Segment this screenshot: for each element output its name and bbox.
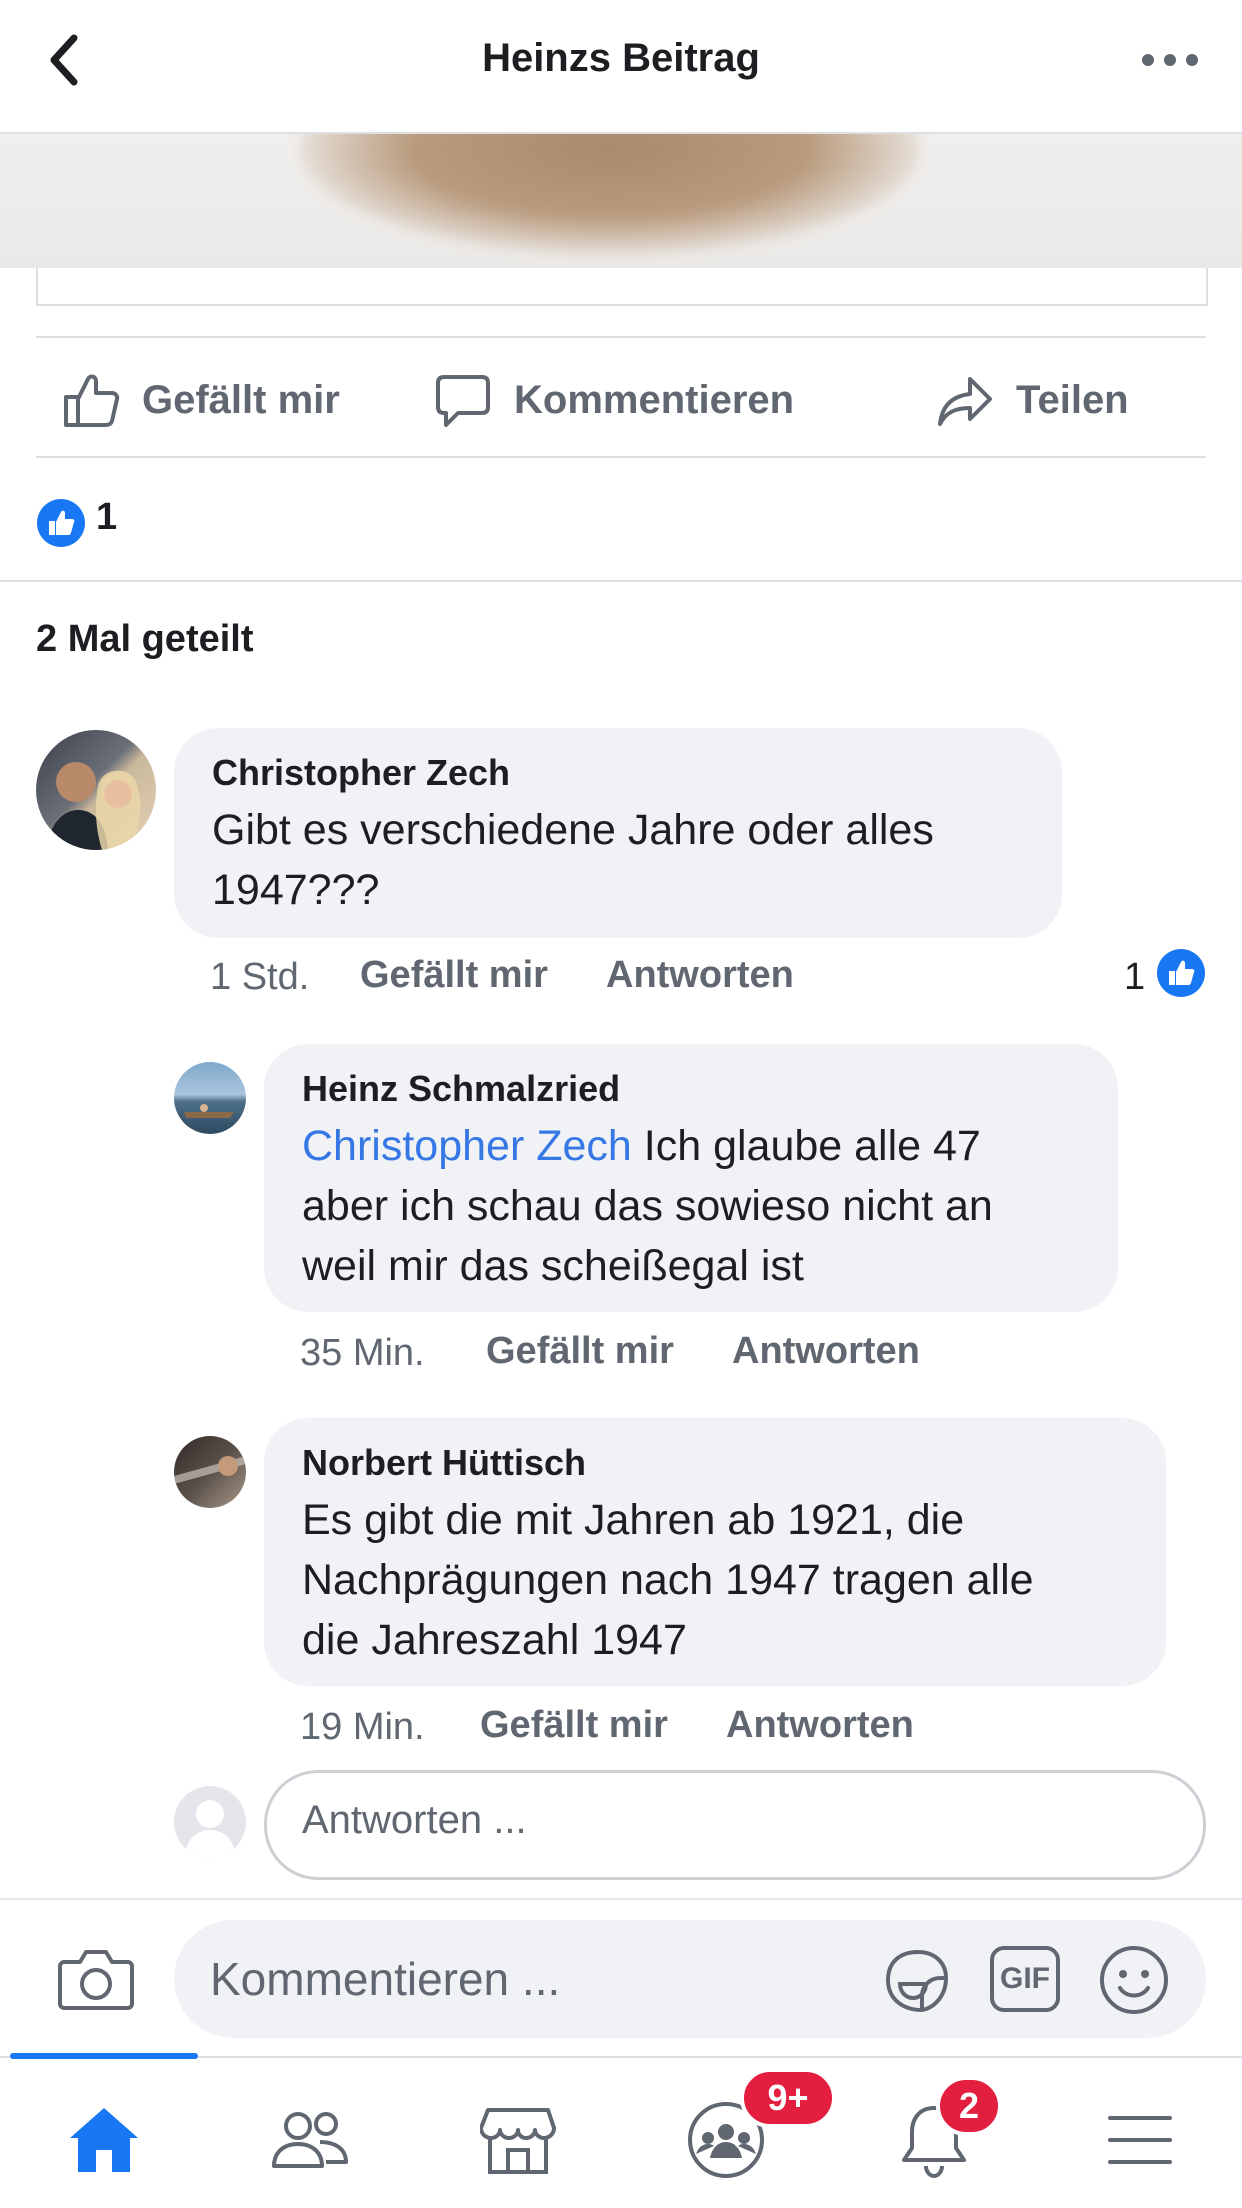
sticker-icon[interactable] <box>880 1944 954 2023</box>
marketplace-icon <box>480 2108 556 2174</box>
share-count[interactable]: 2 Mal geteilt <box>36 618 254 661</box>
tab-friends[interactable] <box>260 2090 360 2190</box>
like-reaction-icon[interactable] <box>1156 948 1206 1003</box>
reply-like-button[interactable]: Gefällt mir <box>486 1330 674 1373</box>
share-button[interactable]: Teilen <box>936 364 1129 436</box>
comment-text: Gibt es verschiedene Jahre oder alles 19… <box>212 800 1052 920</box>
mention-link[interactable]: Christopher Zech <box>302 1122 632 1170</box>
reply-author[interactable]: Heinz Schmalzried <box>302 1068 620 1110</box>
share-button-label: Teilen <box>1016 377 1129 422</box>
more-options-icon[interactable] <box>1140 38 1200 82</box>
reply-time: 19 Min. <box>300 1706 425 1748</box>
reply-time: 35 Min. <box>300 1332 425 1374</box>
active-tab-indicator <box>10 2053 198 2059</box>
gif-button[interactable]: GIF <box>990 1946 1060 2012</box>
top-navigation-bar: Heinzs Beitrag <box>0 0 1242 134</box>
coin-image <box>300 134 920 254</box>
reply-line: aber ich schau das sowieso nicht an <box>302 1182 993 1230</box>
divider <box>0 1898 1242 1900</box>
comment-author[interactable]: Christopher Zech <box>212 752 510 794</box>
avatar[interactable] <box>174 1436 246 1508</box>
comment-line: 1947??? <box>212 866 380 914</box>
reply-input-placeholder: Antworten ... <box>302 1798 527 1842</box>
comment-button[interactable]: Kommentieren <box>434 364 794 436</box>
friends-icon <box>272 2112 348 2168</box>
divider <box>36 456 1206 458</box>
reply-text: Christopher Zech Ich glaube alle 47 aber… <box>302 1116 1102 1296</box>
emoji-icon[interactable] <box>1098 1944 1170 2021</box>
tab-menu[interactable] <box>1090 2090 1190 2190</box>
divider <box>0 580 1242 582</box>
reply-author[interactable]: Norbert Hüttisch <box>302 1442 586 1484</box>
reply-line: Nachprägungen nach 1947 tragen alle <box>302 1556 1034 1604</box>
comment-reaction-count[interactable]: 1 <box>1124 956 1145 999</box>
comment-time: 1 Std. <box>210 956 310 998</box>
avatar[interactable] <box>174 1062 246 1134</box>
reply-reply-button[interactable]: Antworten <box>726 1704 914 1747</box>
notifications-badge: 2 <box>936 2076 1002 2136</box>
reply-bubble[interactable]: Heinz Schmalzried Christopher Zech Ich g… <box>264 1044 1118 1312</box>
comment-bubble[interactable]: Christopher Zech Gibt es verschiedene Ja… <box>174 728 1062 938</box>
camera-icon[interactable] <box>58 1946 134 2017</box>
link-card-frame <box>36 268 1208 306</box>
tab-home[interactable] <box>54 2090 154 2190</box>
like-button[interactable]: Gefällt mir <box>62 364 340 436</box>
like-button-label: Gefällt mir <box>142 377 340 422</box>
divider <box>36 336 1206 338</box>
thumbs-up-icon <box>64 374 120 427</box>
reply-line: die Jahreszahl 1947 <box>302 1616 687 1664</box>
reply-line: Christopher Zech Ich glaube alle 47 <box>302 1122 981 1170</box>
comment-line: Gibt es verschiedene Jahre oder alles <box>212 806 934 854</box>
groups-badge: 9+ <box>740 2068 836 2128</box>
reply-line: weil mir das scheißegal ist <box>302 1242 804 1290</box>
post-photo[interactable] <box>0 134 1242 268</box>
reply-reply-button[interactable]: Antworten <box>732 1330 920 1373</box>
home-icon <box>70 2108 138 2172</box>
avatar[interactable] <box>36 730 156 850</box>
default-avatar-icon <box>174 1786 246 1858</box>
share-arrow-icon <box>938 377 992 426</box>
comment-composer-placeholder: Kommentieren ... <box>210 1953 561 2005</box>
reply-like-button[interactable]: Gefällt mir <box>480 1704 668 1747</box>
comment-reply-button[interactable]: Antworten <box>606 954 794 997</box>
comment-button-label: Kommentieren <box>514 377 795 422</box>
reaction-count[interactable]: 1 <box>96 496 117 539</box>
hamburger-menu-icon <box>1108 2116 1172 2164</box>
comment-bubble-icon <box>436 375 490 427</box>
comment-like-button[interactable]: Gefällt mir <box>360 954 548 997</box>
page-title: Heinzs Beitrag <box>482 36 760 80</box>
like-reaction-icon[interactable] <box>36 498 86 553</box>
tab-marketplace[interactable] <box>468 2090 568 2190</box>
reply-bubble[interactable]: Norbert Hüttisch Es gibt die mit Jahren … <box>264 1418 1166 1686</box>
reply-text: Es gibt die mit Jahren ab 1921, die Nach… <box>302 1490 1152 1670</box>
reply-line: Es gibt die mit Jahren ab 1921, die <box>302 1496 965 1544</box>
